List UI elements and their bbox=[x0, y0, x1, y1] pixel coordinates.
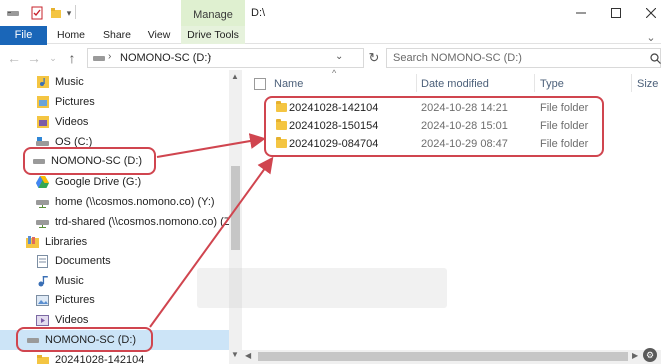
column-header-type[interactable]: Type bbox=[540, 78, 564, 90]
nav-item-google-drive[interactable]: Google Drive (G:) bbox=[36, 173, 141, 191]
faded-media-overlay bbox=[197, 268, 447, 308]
column-header-size[interactable]: Size bbox=[637, 78, 658, 90]
videos-icon bbox=[36, 116, 49, 129]
search-placeholder: Search NOMONO-SC (D:) bbox=[393, 52, 522, 64]
google-drive-icon bbox=[36, 176, 49, 189]
nav-item-subfolder[interactable]: 20241028-142104 bbox=[36, 351, 144, 364]
breadcrumb-chevron-icon[interactable]: › bbox=[108, 51, 111, 62]
nav-item-label: Videos bbox=[55, 314, 89, 326]
customize-toolbar-icon[interactable]: ▾ bbox=[64, 5, 74, 21]
nav-item-label: Music bbox=[55, 275, 84, 287]
address-row: ← → ⌄ ↑ › NOMONO-SC (D:) › ⌄ ↻ Search NO… bbox=[0, 47, 661, 69]
tab-manage[interactable]: Manage bbox=[181, 0, 245, 26]
column-header-name[interactable]: Name bbox=[274, 78, 303, 90]
nav-scrollbar-thumb[interactable] bbox=[231, 166, 240, 250]
nav-item-pictures[interactable]: Pictures bbox=[36, 93, 95, 111]
address-dropdown-icon[interactable]: ⌄ bbox=[335, 51, 343, 62]
nav-item-home-network[interactable]: home (\\cosmos.nomono.co) (Y:) bbox=[36, 193, 215, 211]
minimize-icon[interactable] bbox=[571, 4, 591, 22]
search-icon bbox=[650, 53, 661, 64]
tab-share[interactable]: Share bbox=[99, 26, 135, 44]
nav-item-label: Pictures bbox=[55, 96, 95, 108]
column-divider[interactable] bbox=[534, 74, 535, 92]
nav-item-libraries[interactable]: Libraries bbox=[26, 233, 87, 251]
tab-view[interactable]: View bbox=[142, 26, 176, 44]
folder-icon bbox=[36, 354, 49, 364]
nav-item-videos[interactable]: Videos bbox=[36, 113, 88, 131]
settings-gear-icon[interactable]: ⚙ bbox=[643, 348, 657, 362]
music-icon bbox=[36, 76, 49, 89]
tab-drive-tools[interactable]: Drive Tools bbox=[181, 26, 245, 44]
nav-item-label: trd-shared (\\cosmos.nomono.co) (Z:) bbox=[55, 216, 238, 228]
nav-item-library-pictures[interactable]: Pictures bbox=[36, 291, 95, 309]
content-scrollbar-thumb[interactable] bbox=[258, 352, 628, 361]
nav-item-label: Music bbox=[55, 76, 84, 88]
up-icon[interactable]: ↑ bbox=[64, 50, 80, 66]
libraries-icon bbox=[26, 236, 39, 249]
address-bar[interactable]: › NOMONO-SC (D:) › ⌄ bbox=[87, 48, 364, 68]
forward-icon[interactable]: → bbox=[26, 50, 42, 66]
scroll-left-icon[interactable]: ◀ bbox=[245, 351, 251, 360]
maximize-icon[interactable] bbox=[606, 4, 626, 22]
music-icon bbox=[36, 275, 49, 288]
tab-file[interactable]: File bbox=[0, 26, 47, 45]
refresh-icon[interactable]: ↻ bbox=[366, 50, 382, 66]
nav-item-trd-shared[interactable]: trd-shared (\\cosmos.nomono.co) (Z:) bbox=[36, 213, 237, 231]
column-divider[interactable] bbox=[416, 74, 417, 92]
nav-item-label: home (\\cosmos.nomono.co) (Y:) bbox=[55, 196, 215, 208]
expand-ribbon-icon[interactable]: ⌄ bbox=[641, 28, 661, 46]
breadcrumb-chevron-icon[interactable]: › bbox=[208, 51, 211, 62]
column-header-date[interactable]: Date modified bbox=[421, 78, 489, 90]
properties-icon[interactable] bbox=[30, 5, 44, 21]
back-icon[interactable]: ← bbox=[6, 50, 22, 66]
nav-item-label: 20241028-142104 bbox=[55, 354, 145, 364]
network-drive-icon bbox=[36, 196, 49, 209]
nav-item-documents[interactable]: Documents bbox=[36, 252, 111, 270]
select-all-checkbox[interactable] bbox=[254, 78, 266, 90]
annotation-box-nav-drive bbox=[23, 147, 156, 175]
nav-item-label: Documents bbox=[55, 255, 111, 267]
drive-icon bbox=[93, 56, 105, 61]
nav-item-music[interactable]: Music bbox=[36, 73, 84, 91]
new-folder-icon[interactable] bbox=[49, 5, 63, 21]
close-icon[interactable] bbox=[641, 4, 661, 22]
nav-item-label: Libraries bbox=[45, 236, 88, 248]
nav-item-label: Videos bbox=[55, 116, 89, 128]
column-divider[interactable] bbox=[631, 74, 632, 92]
scroll-right-icon[interactable]: ▶ bbox=[632, 351, 638, 360]
breadcrumb-path[interactable]: NOMONO-SC (D:) bbox=[120, 52, 211, 64]
annotation-box-file-list bbox=[264, 96, 604, 157]
network-drive-icon bbox=[36, 216, 49, 229]
tab-home[interactable]: Home bbox=[52, 26, 90, 44]
drive-icon bbox=[6, 5, 20, 21]
recent-locations-icon[interactable]: ⌄ bbox=[45, 50, 61, 66]
documents-icon bbox=[36, 254, 49, 268]
sort-indicator-icon: ^ bbox=[332, 68, 337, 78]
nav-item-label: Google Drive (G:) bbox=[55, 176, 142, 188]
scroll-down-icon[interactable]: ▼ bbox=[231, 350, 239, 359]
pictures-icon bbox=[36, 294, 49, 307]
window-title: D:\ bbox=[251, 7, 266, 19]
pictures-icon bbox=[36, 96, 49, 109]
toolbar-divider bbox=[75, 5, 76, 19]
scroll-up-icon[interactable]: ▲ bbox=[231, 72, 239, 81]
nav-item-library-music[interactable]: Music bbox=[36, 272, 84, 290]
videos-icon bbox=[36, 314, 49, 327]
annotation-box-selected-drive bbox=[16, 327, 153, 352]
title-bar: ▾ Manage D:\ bbox=[0, 0, 661, 26]
search-input[interactable]: Search NOMONO-SC (D:) bbox=[386, 48, 661, 68]
nav-item-label: Pictures bbox=[55, 294, 95, 306]
